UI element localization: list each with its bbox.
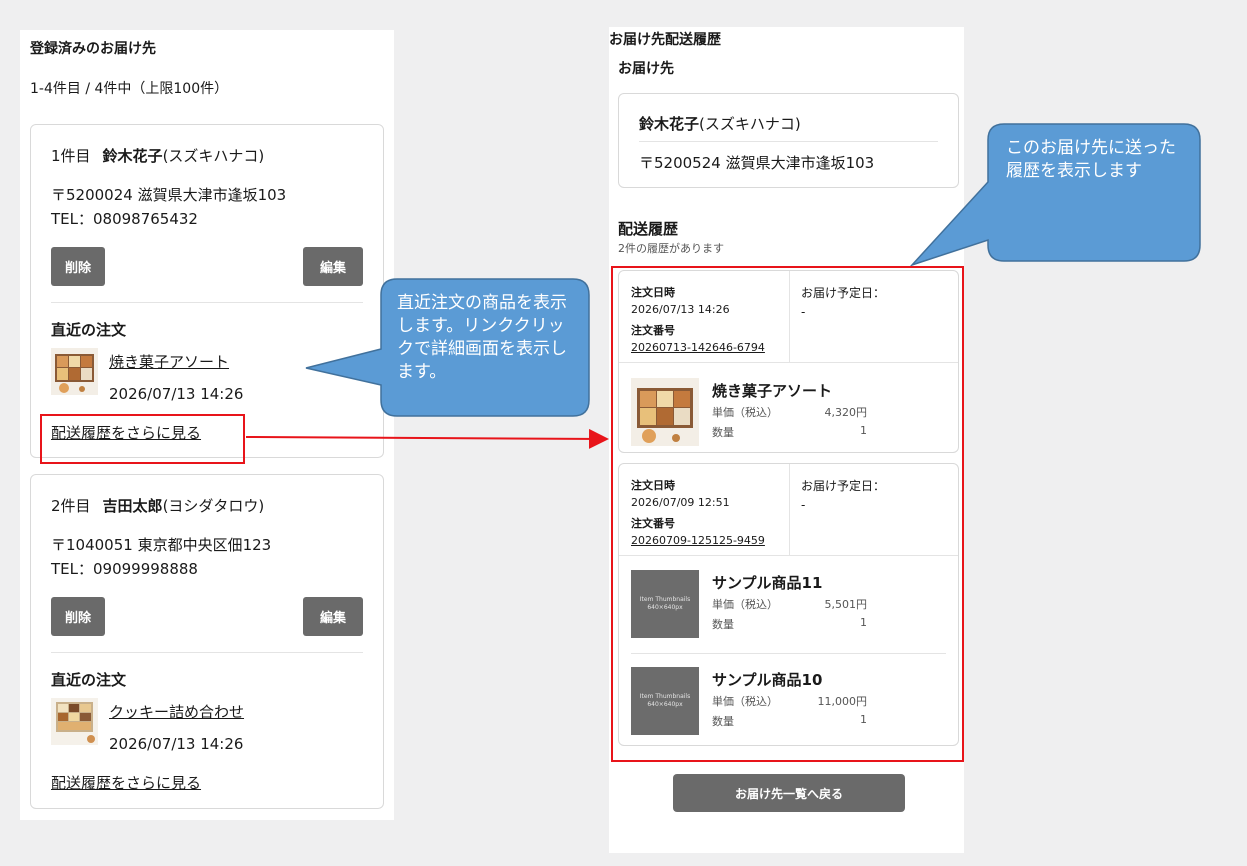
callout-left-text: 直近注文の商品を表示します。リンククリックで詳細画面を表示します。 — [397, 293, 567, 382]
highlight-box-more-link — [40, 414, 245, 464]
highlight-box-history — [611, 266, 964, 762]
connector-arrow — [245, 428, 609, 449]
callout-right-text: このお届け先に送った履歴を表示します — [1006, 138, 1176, 181]
